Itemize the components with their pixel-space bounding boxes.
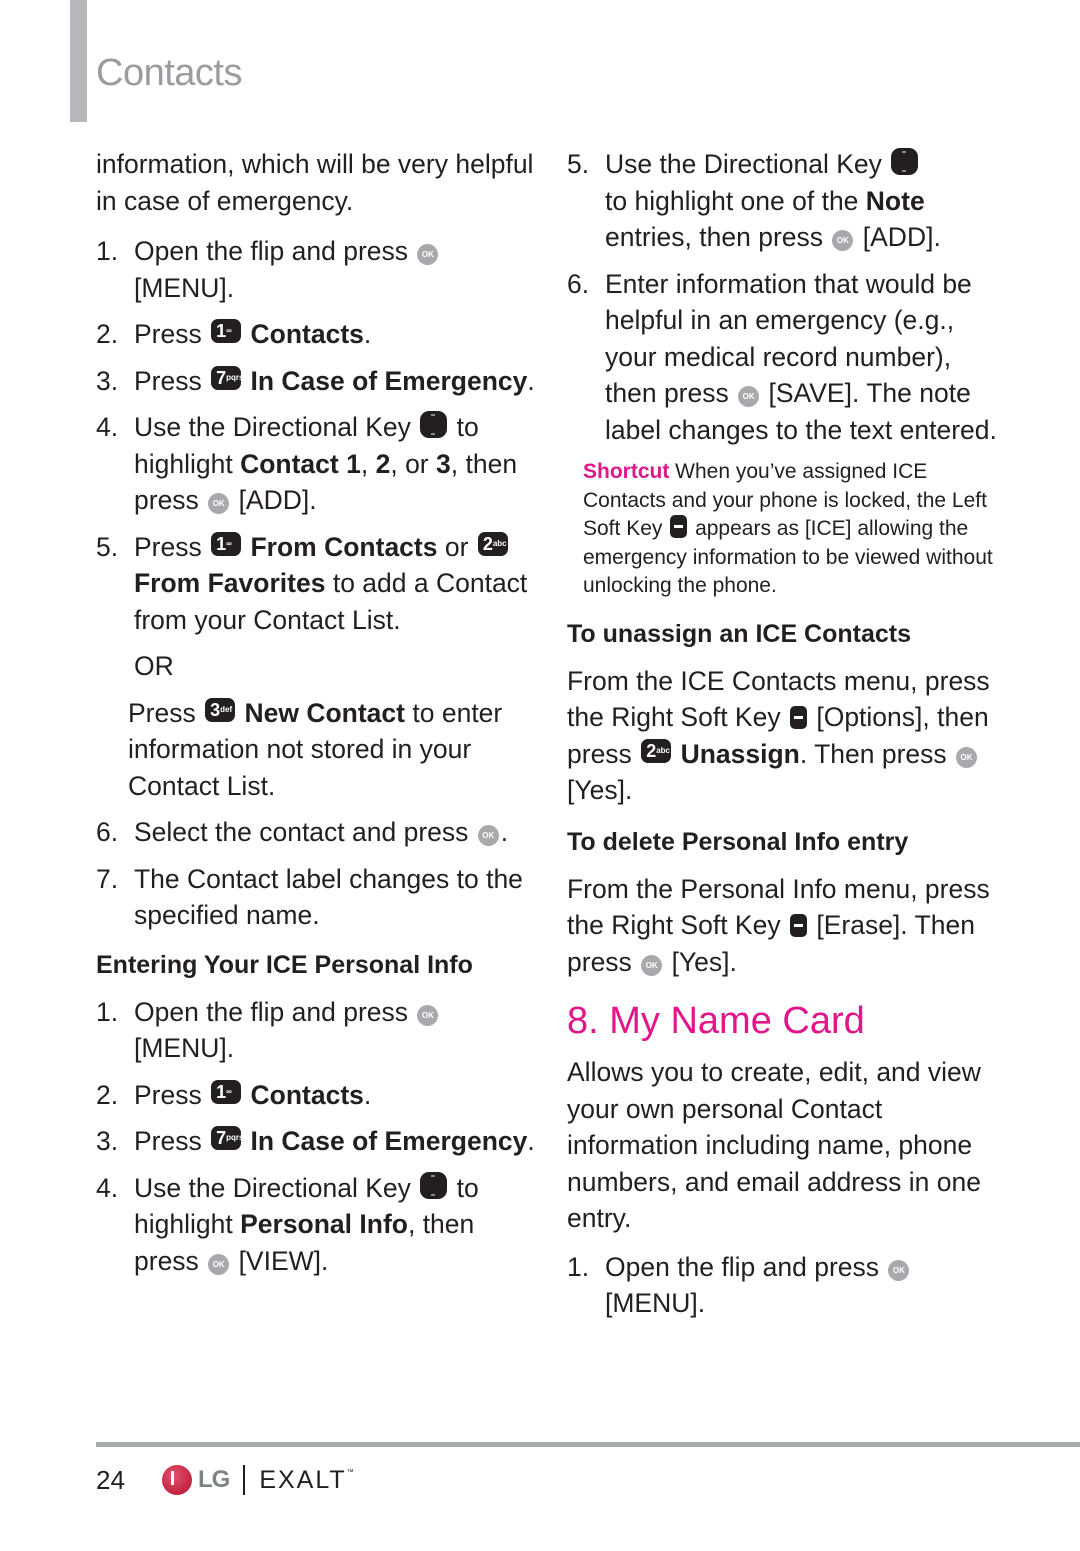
- ok-key-icon: OK: [477, 825, 499, 846]
- product-name: EXALT™: [259, 1465, 356, 1494]
- left-soft-key-icon: [670, 515, 688, 538]
- footer-divider: [96, 1442, 1080, 1447]
- step-item: 1. Open the flip and press OK [MENU].: [96, 994, 536, 1067]
- key-2-icon: 2 abc: [477, 531, 508, 556]
- ok-key-icon: OK: [417, 1004, 439, 1026]
- directional-key-icon: [420, 411, 448, 438]
- ok-key-icon: OK: [208, 1253, 230, 1275]
- key-3-icon: 3 def: [205, 697, 236, 722]
- page-title: Contacts: [96, 52, 242, 94]
- ok-key-icon: OK: [208, 493, 230, 514]
- step-item: 5. Use the Directional Key to highlight …: [567, 148, 941, 252]
- ok-key-icon: OK: [956, 746, 978, 768]
- footer: 24 LG EXALT™: [96, 1462, 356, 1498]
- intro-paragraph: information, which will be very helpful …: [96, 149, 534, 216]
- key-2-icon: 2 abc: [641, 738, 672, 763]
- step-item: 1. Open the flip and press OK [MENU].: [567, 1249, 997, 1322]
- lg-logo-icon: [162, 1465, 192, 1495]
- delete-paragraph: From the Personal Info menu, press the R…: [567, 873, 990, 977]
- step-item: 4. Use the Directional Key to highlight …: [96, 411, 518, 515]
- left-column: information, which will be very helpful …: [96, 146, 536, 1289]
- right-soft-key-icon: [789, 914, 807, 937]
- step-item: 3. Press 7 pqrs In Case of Emergency.: [96, 365, 535, 396]
- unassign-paragraph: From the ICE Contacts menu, press the Ri…: [567, 665, 990, 806]
- ok-key-icon: OK: [417, 244, 439, 265]
- ok-key-icon: OK: [641, 954, 663, 976]
- brand-name: LG: [198, 1466, 230, 1493]
- ok-key-icon: OK: [738, 386, 760, 407]
- key-7-icon: 7 pqrs: [211, 1126, 243, 1150]
- ok-key-icon: OK: [888, 1259, 910, 1281]
- directional-key-icon: [891, 148, 919, 175]
- unassign-heading: To unassign an ICE Contacts: [567, 619, 912, 648]
- step-item: 6. Select the contact and press OK.: [96, 817, 509, 847]
- alternate-paragraph: Press 3 def New Contact to enter informat…: [128, 697, 503, 801]
- step-item: 2. Press 1 ∞ Contacts.: [96, 1079, 372, 1110]
- step-item: 5. Press 1 ∞ From Contacts or 2 abc From F…: [96, 531, 528, 635]
- step-item: 7. The Contact label changes to the spec…: [96, 863, 523, 931]
- shortcut-label: Shortcut: [583, 460, 670, 483]
- or-separator: OR: [134, 651, 174, 681]
- step-item: 3. Press 7 pqrs In Case of Emergency.: [96, 1126, 535, 1156]
- page-number: 24: [96, 1464, 125, 1495]
- footer-separator: [243, 1465, 246, 1495]
- ok-key-icon: OK: [832, 230, 854, 251]
- section-heading: Entering Your ICE Personal Info: [96, 950, 473, 979]
- key-7-icon: 7 pqrs: [211, 365, 243, 390]
- step-item: 2. Press 1 ∞ Contacts.: [96, 319, 372, 349]
- sidebar-accent-bar: [70, 0, 87, 122]
- directional-key-icon: [420, 1171, 448, 1199]
- step-item: 4. Use the Directional Key to highlight …: [96, 1171, 479, 1276]
- right-soft-key-icon: [789, 706, 807, 729]
- section-description: Allows you to create, edit, and view you…: [567, 1057, 981, 1233]
- key-1-icon: 1 ∞: [211, 531, 242, 556]
- key-1-icon: 1 ∞: [211, 319, 242, 343]
- shortcut-note: Shortcut When you’ve assigned ICE Contac…: [583, 460, 993, 597]
- delete-heading: To delete Personal Info entry: [567, 827, 909, 856]
- right-column: 5. Use the Directional Key to highlight …: [567, 146, 997, 1332]
- step-item: 6. Enter information that would be helpf…: [567, 268, 997, 445]
- section-title: 8. My Name Card: [567, 1000, 865, 1042]
- key-1-icon: 1 ∞: [211, 1079, 242, 1104]
- step-item: 1. Open the flip and press OK [MENU].: [96, 233, 536, 306]
